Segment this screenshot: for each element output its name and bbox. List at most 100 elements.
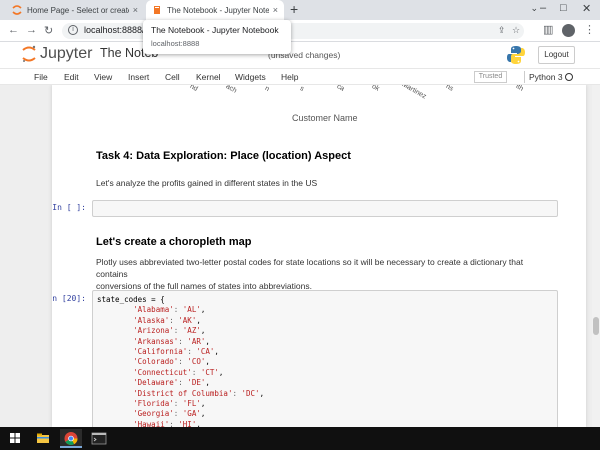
menu-cell[interactable]: Cell — [165, 72, 180, 82]
code-line: 'Arkansas': 'AR', — [133, 336, 210, 346]
notebook-background: nd ach n s ca ok Martinez ns ith Custome… — [0, 85, 600, 427]
code-line: state_codes = { — [97, 295, 165, 304]
dict-key-string: 'Colorado' — [133, 357, 179, 367]
new-tab-button[interactable]: + — [290, 1, 298, 17]
dict-key-string: 'Alabama' — [133, 305, 174, 315]
task4-heading: Task 4: Data Exploration: Place (locatio… — [96, 150, 351, 162]
kernel-divider — [524, 71, 525, 83]
chart-tick-label: ach — [224, 85, 238, 95]
code-line: 'Alabama': 'AL', — [133, 305, 206, 315]
browser-toolbar: ← → ↻ i localhost:8888/n ⇪ ☆ ▥ ⋮ — [0, 20, 600, 42]
maximize-icon[interactable]: □ — [560, 2, 567, 14]
chrome-taskbar-icon[interactable] — [60, 429, 82, 448]
tab-search-icon[interactable]: ⌄ — [530, 3, 538, 14]
empty-cell-prompt: In [ ]: — [52, 203, 86, 212]
tab-title: The Notebook - Jupyter Notebook — [167, 5, 269, 15]
jupyter-logo-text: Jupyter — [40, 45, 93, 62]
address-url: localhost:8888/n — [84, 25, 150, 35]
reload-icon[interactable]: ↻ — [44, 24, 53, 37]
dict-value-string: 'FL' — [182, 399, 201, 409]
dict-key-string: 'Hawaii' — [133, 419, 170, 427]
windows-start-icon[interactable] — [4, 429, 26, 448]
kernel-name[interactable]: Python 3 — [529, 72, 563, 82]
chart-tick-label: ca — [335, 85, 346, 93]
chart-tick-label: nd — [188, 85, 199, 93]
kernel-status-icon — [565, 73, 573, 81]
menu-widgets[interactable]: Widgets — [235, 72, 266, 82]
menu-kernel[interactable]: Kernel — [196, 72, 221, 82]
profile-avatar-icon[interactable] — [562, 24, 575, 37]
menu-file[interactable]: File — [34, 72, 48, 82]
back-arrow-icon[interactable]: ← — [8, 24, 19, 36]
dict-value-string: 'AK' — [178, 315, 197, 325]
browser-menu-icon[interactable]: ⋮ — [584, 23, 595, 36]
notebook-container: nd ach n s ca ok Martinez ns ith Custome… — [52, 85, 586, 427]
tab-close-icon[interactable]: × — [273, 5, 278, 15]
jupyter-header: Jupyter The Noteb (unsaved changes) Logo… — [0, 42, 600, 68]
notebook-favicon-icon — [154, 6, 160, 14]
dict-key-string: 'Georgia' — [133, 409, 174, 419]
choropleth-text: Plotly uses abbreviated two-letter posta… — [96, 256, 556, 292]
terminal-taskbar-icon[interactable] — [88, 429, 110, 448]
scrollbar-thumb[interactable] — [593, 317, 599, 335]
code-line: 'Arizona': 'AZ', — [133, 326, 206, 336]
code-line: 'Hawaii': 'HI', — [133, 419, 201, 427]
dict-value-string: 'HI' — [178, 419, 197, 427]
dict-value-string: 'AZ' — [182, 326, 201, 336]
tooltip-url: localhost:8888 — [151, 39, 200, 48]
browser-tab-strip: Home Page - Select or create a n × The N… — [0, 0, 600, 20]
menu-help[interactable]: Help — [281, 72, 298, 82]
code-line: 'Colorado': 'CO', — [133, 357, 210, 367]
dict-key-string: 'Arizona' — [133, 326, 174, 336]
dict-key-string: 'Florida' — [133, 399, 174, 409]
bookmark-star-icon[interactable]: ☆ — [512, 25, 520, 36]
chart-xlabel: Customer Name — [292, 113, 358, 123]
code-line: 'District of Columbia': 'DC', — [133, 388, 265, 398]
jupyter-menubar: File Edit View Insert Cell Kernel Widget… — [0, 68, 600, 85]
dict-value-string: 'CA' — [196, 347, 215, 357]
state-codes-code-cell[interactable]: state_codes = { 'Alabama': 'AL', 'Alaska… — [92, 290, 558, 427]
code-line: 'Georgia': 'GA', — [133, 409, 206, 419]
dict-value-string: 'GA' — [182, 409, 201, 419]
chart-tick-label: Martinez — [400, 85, 428, 101]
empty-code-cell[interactable] — [92, 200, 558, 217]
file-explorer-icon[interactable] — [32, 429, 54, 448]
dict-key-string: 'California' — [133, 347, 188, 357]
address-bar[interactable]: i localhost:8888/n ⇪ ☆ — [62, 23, 524, 39]
chart-tick-label: s — [298, 85, 306, 93]
minimize-icon[interactable]: – — [540, 2, 546, 14]
tab-close-icon[interactable]: × — [133, 5, 138, 15]
task4-text: Let's analyze the profits gained in diff… — [96, 178, 318, 188]
menu-insert[interactable]: Insert — [128, 72, 149, 82]
forward-arrow-icon[interactable]: → — [26, 24, 37, 36]
trusted-indicator[interactable]: Trusted — [474, 71, 507, 83]
dict-value-string: 'AL' — [182, 305, 201, 315]
tab-home-page[interactable]: Home Page - Select or create a n × — [6, 0, 144, 20]
jupyter-favicon-icon — [12, 5, 22, 15]
code-line: 'Connecticut': 'CT', — [133, 367, 224, 377]
dict-value-string: 'DC' — [241, 388, 260, 398]
dict-key-string: 'Arkansas' — [133, 336, 179, 346]
jupyter-logo-icon[interactable] — [22, 45, 36, 63]
menu-view[interactable]: View — [94, 72, 112, 82]
tab-hover-tooltip: The Notebook - Jupyter Notebook localhos… — [143, 20, 291, 54]
code-cell-prompt: In [20]: — [52, 294, 86, 303]
chart-tick-label: ith — [514, 85, 525, 93]
menu-edit[interactable]: Edit — [64, 72, 79, 82]
logout-button[interactable]: Logout — [538, 46, 575, 64]
side-panel-icon[interactable]: ▥ — [543, 23, 553, 36]
code-editor[interactable]: state_codes = { 'Alabama': 'AL', 'Alaska… — [97, 295, 264, 427]
windows-taskbar — [0, 427, 600, 450]
tab-notebook[interactable]: The Notebook - Jupyter Notebook × — [146, 0, 284, 20]
dict-key-string: 'Alaska' — [133, 315, 170, 325]
code-line: 'Delaware': 'DE', — [133, 378, 210, 388]
site-info-icon[interactable]: i — [68, 25, 78, 35]
choropleth-text-line: Plotly uses abbreviated two-letter posta… — [96, 257, 524, 279]
page-scrollbar[interactable] — [592, 85, 600, 427]
dict-value-string: 'DE' — [187, 378, 206, 388]
dict-key-string: 'District of Columbia' — [133, 388, 233, 398]
share-icon[interactable]: ⇪ — [498, 25, 506, 36]
code-line: 'Florida': 'FL', — [133, 399, 206, 409]
dict-key-string: 'Connecticut' — [133, 367, 192, 377]
close-window-icon[interactable]: ✕ — [582, 2, 591, 15]
